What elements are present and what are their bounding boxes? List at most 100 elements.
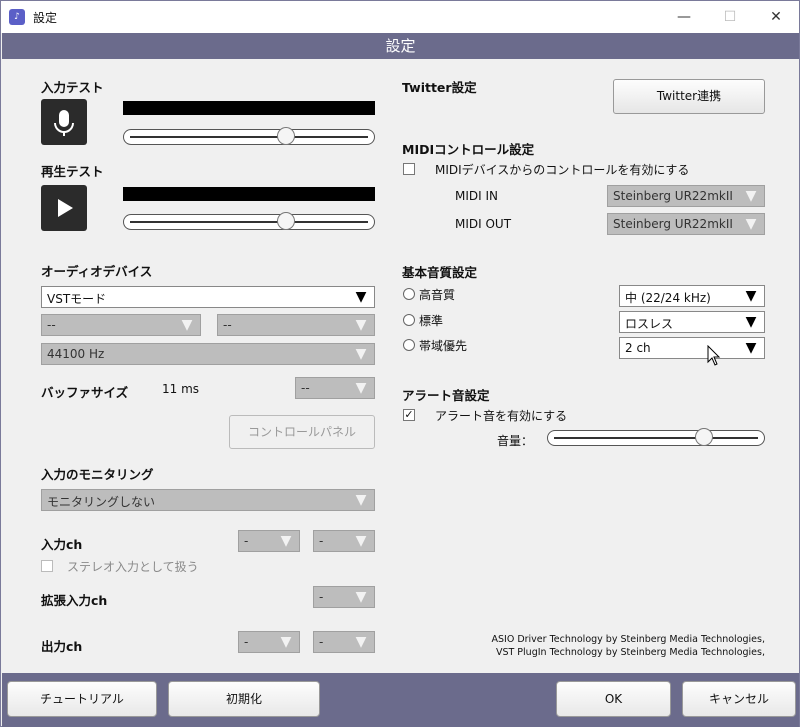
twitter-link-button[interactable]: Twitter連携 (613, 79, 765, 114)
playback-test-label: 再生テスト (41, 164, 104, 179)
quality-settings-label: 基本音質設定 (402, 265, 478, 280)
cancel-button[interactable]: キャンセル (682, 681, 796, 717)
output-ch-a-select: - ▼ (238, 631, 300, 653)
input-gain-slider[interactable] (123, 127, 375, 145)
radio-bandwidth-priority-label: 帯域優先 (419, 339, 468, 353)
chevron-down-icon: ▼ (355, 289, 367, 305)
credit-vst: VST PlugIn Technology by Steinberg Media… (495, 647, 765, 658)
high-quality-value: 中 (22/24 kHz) (625, 291, 711, 305)
minimize-icon: — (677, 9, 691, 25)
output-ch-a-value: - (244, 635, 249, 649)
radio-standard[interactable] (403, 314, 415, 326)
bandwidth-priority-select[interactable]: 2 ch ▼ (619, 337, 765, 359)
input-gain-thumb[interactable] (277, 127, 295, 145)
high-quality-select[interactable]: 中 (22/24 kHz) ▼ (619, 285, 765, 307)
panel-header: 設定 (2, 33, 799, 59)
midi-enable-checkbox[interactable] (403, 163, 415, 175)
chevron-down-icon: ▼ (745, 216, 757, 232)
playback-level-meter (123, 187, 375, 201)
alert-volume-thumb[interactable] (695, 428, 713, 446)
monitoring-value: モニタリングしない (47, 495, 156, 509)
audio-mode-select[interactable]: VSTモード ▼ (41, 286, 375, 308)
maximize-button: ☐ (707, 1, 753, 33)
input-ch-label: 入力ch (41, 537, 83, 552)
ext-input-ch-label: 拡張入力ch (41, 593, 108, 608)
playback-volume-slider[interactable] (123, 212, 375, 230)
input-test-label: 入力テスト (41, 80, 104, 95)
alert-settings-label: アラート音設定 (402, 388, 490, 403)
input-ch-b-value: - (319, 534, 324, 548)
twitter-settings-label: Twitter設定 (402, 80, 477, 95)
ok-button[interactable]: OK (556, 681, 671, 717)
alert-volume-slider[interactable] (547, 428, 765, 446)
buffer-size-value: 11 ms (162, 382, 200, 396)
credit-asio: ASIO Driver Technology by Steinberg Medi… (491, 634, 765, 645)
chevron-down-icon: ▼ (745, 288, 757, 304)
chevron-down-icon: ▼ (181, 317, 193, 333)
mouse-cursor-icon (707, 345, 721, 366)
input-ch-a-value: - (244, 534, 249, 548)
midi-out-select: Steinberg UR22mkII ▼ (607, 213, 765, 235)
input-level-meter (123, 101, 375, 115)
output-ch-b-value: - (319, 635, 324, 649)
output-device-select: -- ▼ (217, 314, 375, 336)
alert-enable-checkbox[interactable]: ✓ (403, 409, 415, 421)
reset-button[interactable]: 初期化 (168, 681, 320, 717)
chevron-down-icon: ▼ (355, 346, 367, 362)
midi-settings-label: MIDIコントロール設定 (402, 142, 535, 157)
chevron-down-icon: ▼ (355, 317, 367, 333)
app-icon: ♪ (9, 9, 25, 25)
alert-enable-label: アラート音を有効にする (435, 409, 568, 423)
close-button[interactable]: ✕ (753, 1, 799, 33)
close-icon: ✕ (770, 9, 782, 25)
chevron-down-icon: ▼ (355, 589, 367, 605)
microphone-icon (54, 110, 74, 136)
monitoring-label: 入力のモニタリング (41, 467, 154, 482)
buffer-size-select-value: -- (301, 381, 310, 395)
stereo-input-checkbox (41, 560, 53, 572)
audio-mode-value: VSTモード (47, 292, 107, 306)
window-title: 設定 (33, 11, 58, 25)
buffer-size-select: -- ▼ (295, 377, 375, 399)
chevron-down-icon: ▼ (280, 634, 292, 650)
midi-in-select: Steinberg UR22mkII ▼ (607, 185, 765, 207)
footer-bar: チュートリアル 初期化 OK キャンセル (2, 673, 799, 727)
chevron-down-icon: ▼ (280, 533, 292, 549)
midi-out-value: Steinberg UR22mkII (613, 217, 733, 231)
buffer-size-label: バッファサイズ (41, 385, 129, 400)
chevron-down-icon: ▼ (745, 340, 757, 356)
midi-in-value: Steinberg UR22mkII (613, 189, 733, 203)
chevron-down-icon: ▼ (745, 188, 757, 204)
settings-window: ♪ 設定 — ☐ ✕ 設定 入力テスト 再生テスト オーディオデバイス VSTモ… (0, 0, 800, 727)
output-ch-label: 出力ch (41, 639, 83, 654)
check-icon: ✓ (404, 408, 414, 421)
monitoring-select: モニタリングしない ▼ (41, 489, 375, 511)
tutorial-button[interactable]: チュートリアル (7, 681, 157, 717)
standard-value: ロスレス (625, 317, 674, 331)
chevron-down-icon: ▼ (355, 380, 367, 396)
standard-select[interactable]: ロスレス ▼ (619, 311, 765, 333)
sample-rate-value: 44100 Hz (47, 347, 105, 361)
midi-out-label: MIDI OUT (455, 217, 512, 231)
radio-high-quality-label: 高音質 (419, 288, 456, 302)
playback-volume-thumb[interactable] (277, 212, 295, 230)
minimize-button[interactable]: — (661, 1, 707, 33)
sample-rate-select: 44100 Hz ▼ (41, 343, 375, 365)
settings-body: 入力テスト 再生テスト オーディオデバイス VSTモード ▼ -- ▼ -- ▼ (7, 59, 793, 673)
volume-label: 音量： (497, 434, 534, 448)
midi-enable-label: MIDIデバイスからのコントロールを有効にする (435, 163, 690, 177)
radio-high-quality[interactable] (403, 288, 415, 300)
chevron-down-icon: ▼ (355, 634, 367, 650)
play-icon (58, 199, 73, 217)
input-ch-a-select: - ▼ (238, 530, 300, 552)
stereo-input-label: ステレオ入力として扱う (67, 560, 199, 574)
chevron-down-icon: ▼ (745, 314, 757, 330)
bandwidth-priority-value: 2 ch (625, 341, 651, 355)
play-test-button[interactable] (41, 185, 87, 231)
panel-title: 設定 (385, 37, 416, 55)
mic-test-button[interactable] (41, 99, 87, 145)
chevron-down-icon: ▼ (355, 533, 367, 549)
chevron-down-icon: ▼ (355, 492, 367, 508)
radio-bandwidth-priority[interactable] (403, 339, 415, 351)
input-device-value: -- (47, 318, 56, 332)
